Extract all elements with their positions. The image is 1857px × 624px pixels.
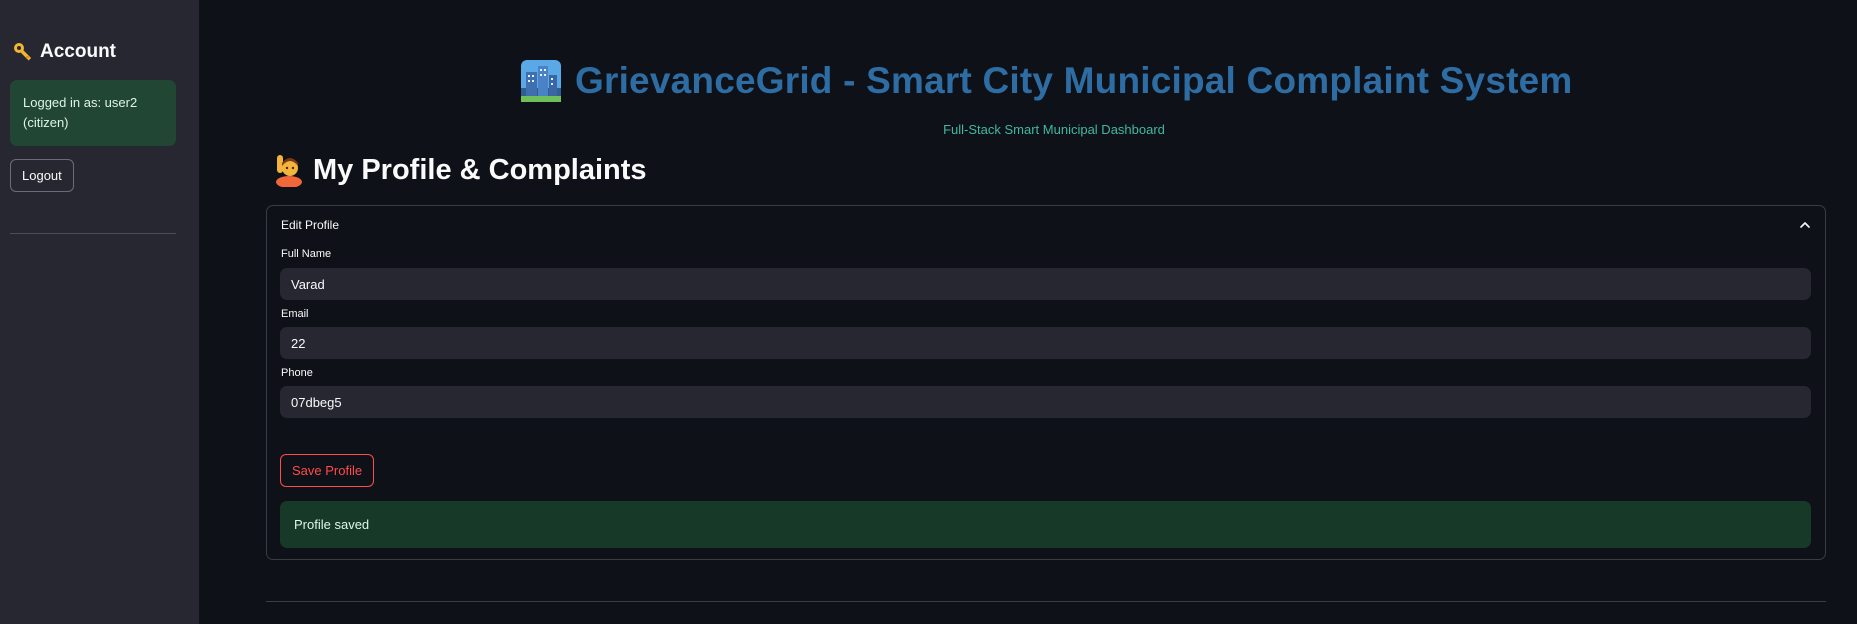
person-raising-hand-icon	[273, 153, 303, 188]
sidebar-title-text: Account	[40, 41, 116, 62]
main-divider	[266, 601, 1826, 602]
app-subtitle: Full-Stack Smart Municipal Dashboard	[943, 122, 1165, 137]
save-profile-button[interactable]: Save Profile	[280, 454, 375, 487]
login-role-line: (citizen)	[23, 115, 69, 130]
sidebar-title: Account	[12, 41, 116, 63]
email-field[interactable]	[280, 327, 1811, 359]
phone-label: Phone	[281, 367, 313, 379]
edit-profile-expander: Edit Profile Full Name Email Phone Save …	[266, 205, 1826, 560]
sidebar-divider	[10, 233, 176, 234]
key-icon	[12, 41, 34, 63]
phone-field[interactable]	[280, 386, 1811, 418]
app: Account Logged in as: user2 (citizen) Lo…	[0, 0, 1857, 624]
login-status-line: Logged in as: user2	[23, 95, 138, 110]
logout-button[interactable]: Logout	[10, 159, 74, 192]
app-header: GrievanceGrid - Smart City Municipal Com…	[521, 60, 1573, 102]
success-message: Profile saved	[294, 517, 370, 532]
login-status-box: Logged in as: user2 (citizen)	[10, 80, 176, 146]
full-name-label: Full Name	[281, 248, 332, 260]
city-icon	[521, 60, 561, 102]
app-title: GrievanceGrid - Smart City Municipal Com…	[575, 60, 1573, 101]
expander-header[interactable]: Edit Profile	[281, 218, 339, 232]
success-alert: Profile saved	[280, 501, 1811, 548]
main-content: GrievanceGrid - Smart City Municipal Com…	[199, 0, 1857, 624]
full-name-field[interactable]	[280, 268, 1811, 300]
section-title: My Profile & Complaints	[273, 153, 647, 188]
sidebar: Account Logged in as: user2 (citizen) Lo…	[0, 0, 199, 624]
email-label: Email	[281, 308, 309, 320]
section-title-text: My Profile & Complaints	[313, 153, 647, 186]
chevron-up-icon[interactable]	[1799, 218, 1811, 230]
